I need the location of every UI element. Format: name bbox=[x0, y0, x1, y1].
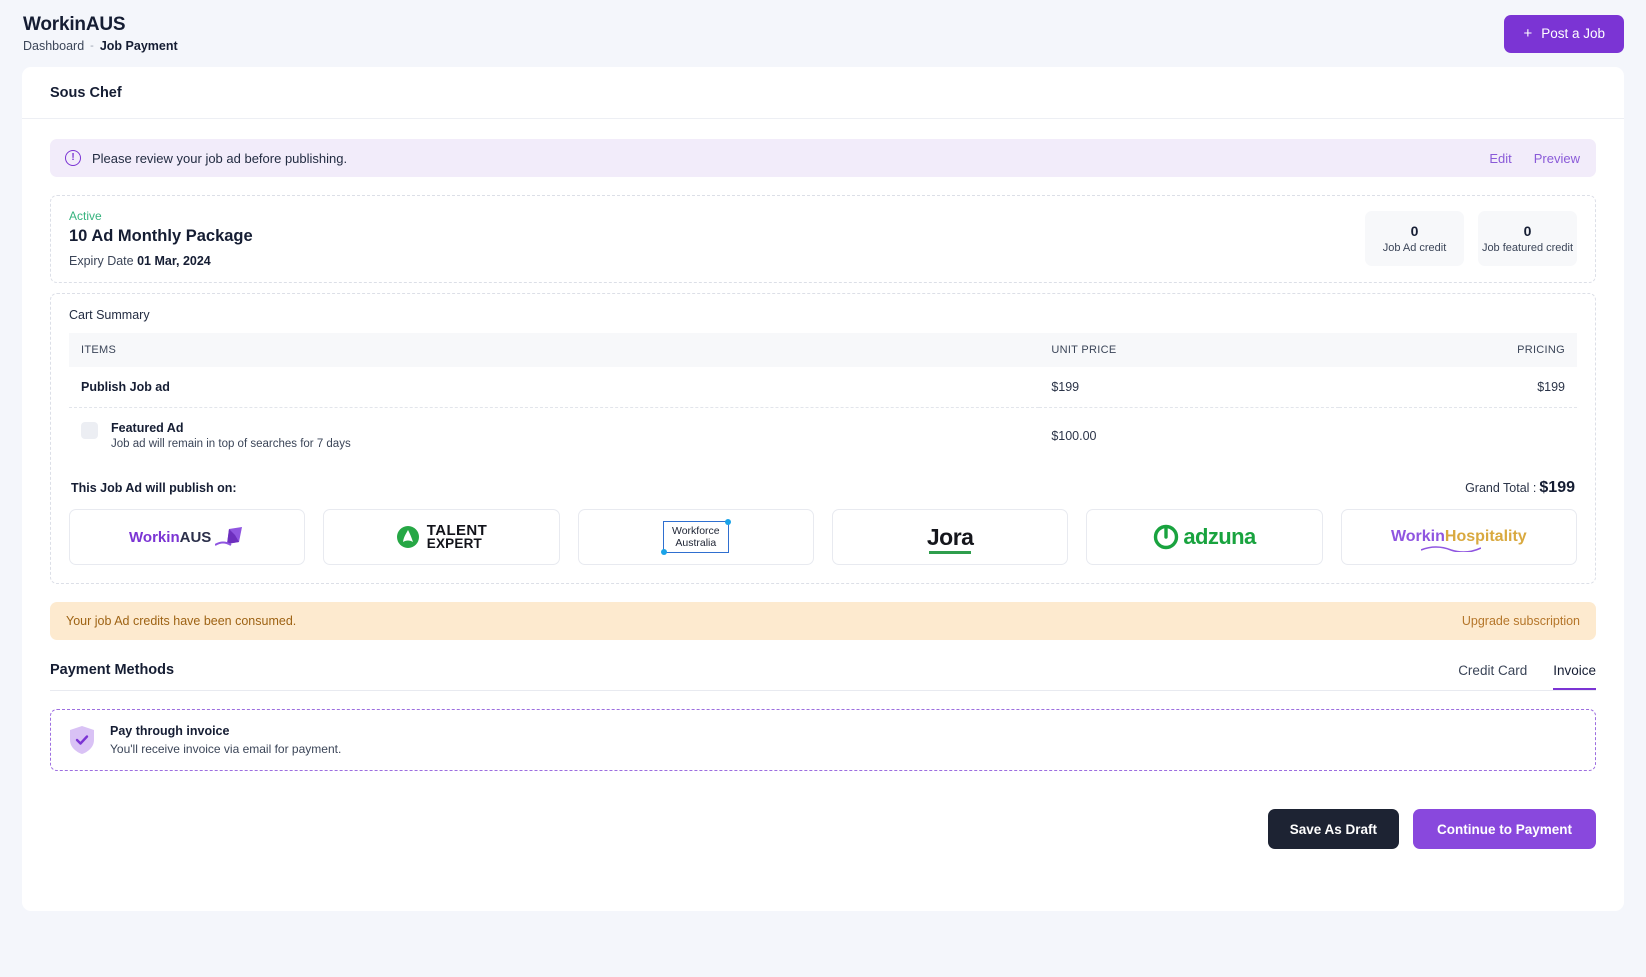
breadcrumb-current: Job Payment bbox=[99, 38, 178, 53]
plus-icon: + bbox=[1523, 25, 1533, 42]
package-name: 10 Ad Monthly Package bbox=[69, 227, 253, 245]
package-expiry: Expiry Date 01 Mar, 2024 bbox=[69, 254, 253, 268]
workinaus-logo: WorkinAUS bbox=[129, 525, 245, 549]
invoice-method-name: Pay through invoice bbox=[110, 724, 230, 738]
credits-consumed-warning: Your job Ad credits have been consumed. … bbox=[50, 602, 1596, 640]
post-a-job-label: Post a Job bbox=[1541, 26, 1605, 41]
credits-consumed-message: Your job Ad credits have been consumed. bbox=[66, 614, 297, 628]
grand-total-label: Grand Total : bbox=[1465, 481, 1537, 495]
job-payment-card: Sous Chef ! Please review your job ad be… bbox=[22, 67, 1624, 911]
cart-table: ITEMS UNIT PRICE PRICING Publish Job ad … bbox=[69, 333, 1577, 463]
cart-table-header-row: ITEMS UNIT PRICE PRICING bbox=[69, 333, 1577, 367]
col-unit-price: UNIT PRICE bbox=[1039, 333, 1340, 367]
brand-block: WorkinAUS Dashboard - Job Payment bbox=[22, 14, 178, 54]
partner-logo-workforce-australia: Workforce Australia bbox=[577, 509, 814, 565]
cell-unit-price: $100.00 bbox=[1051, 428, 1097, 443]
featured-ad-checkbox[interactable] bbox=[81, 422, 98, 439]
continue-to-payment-button[interactable]: Continue to Payment bbox=[1412, 809, 1596, 849]
jora-logo: Jora bbox=[926, 523, 974, 554]
col-pricing: PRICING bbox=[1339, 333, 1577, 367]
publish-job-ad-label: Publish Job ad bbox=[81, 380, 170, 394]
workinaus-mark-icon bbox=[215, 527, 243, 546]
cart-table-body: Publish Job ad $199 $199 Featured Ad Job… bbox=[69, 367, 1577, 463]
partner-logo-workinaus: WorkinAUS bbox=[69, 509, 306, 565]
breadcrumb: Dashboard - Job Payment bbox=[23, 39, 178, 54]
cell-item-name: Featured Ad Job ad will remain in top of… bbox=[69, 408, 1039, 464]
payment-methods-header: Payment Methods Credit Card Invoice bbox=[50, 662, 1596, 691]
page-title: Sous Chef bbox=[50, 84, 122, 101]
job-ad-credit-value: 0 bbox=[1410, 222, 1419, 239]
save-as-draft-button[interactable]: Save As Draft bbox=[1267, 809, 1399, 849]
shield-check-icon bbox=[69, 725, 95, 755]
cell-pricing: $199 bbox=[1339, 367, 1577, 408]
credit-box-job-featured: 0 Job featured credit bbox=[1478, 210, 1577, 266]
cell-pricing bbox=[1339, 408, 1577, 464]
post-a-job-button[interactable]: + Post a Job bbox=[1504, 14, 1624, 53]
pay-through-invoice-option[interactable]: Pay through invoice You'll receive invoi… bbox=[50, 709, 1596, 771]
credits-group: 0 Job Ad credit 0 Job featured credit bbox=[1365, 210, 1577, 266]
package-expiry-date: 01 Mar, 2024 bbox=[137, 254, 211, 268]
top-bar: WorkinAUS Dashboard - Job Payment + Post… bbox=[0, 0, 1646, 67]
breadcrumb-separator: - bbox=[90, 39, 94, 52]
job-ad-credit-label: Job Ad credit bbox=[1382, 241, 1447, 254]
partner-logo-grid: WorkinAUS TALENT EXPERT Workforce Austra… bbox=[69, 509, 1577, 565]
workinhospitality-logo: WorkinHospitality bbox=[1391, 528, 1527, 552]
publish-row: This Job Ad will publish on: Grand Total… bbox=[69, 479, 1577, 497]
partner-logo-jora: Jora bbox=[831, 509, 1069, 565]
tab-invoice[interactable]: Invoice bbox=[1553, 663, 1596, 690]
partner-logo-workinhospitality: WorkinHospitality bbox=[1340, 509, 1577, 565]
review-alert-actions: Edit Preview bbox=[1489, 151, 1580, 166]
cell-unit-price: $199 bbox=[1039, 367, 1340, 408]
package-info: Active 10 Ad Monthly Package Expiry Date… bbox=[69, 208, 253, 268]
footer-actions: Save As Draft Continue to Payment bbox=[50, 809, 1596, 867]
table-row: Publish Job ad $199 $199 bbox=[69, 367, 1577, 408]
col-items: ITEMS bbox=[69, 333, 1040, 367]
table-row: Featured Ad Job ad will remain in top of… bbox=[69, 408, 1577, 464]
workforce-australia-logo: Workforce Australia bbox=[660, 519, 731, 555]
adzuna-logo: adzuna bbox=[1153, 524, 1256, 550]
package-expiry-label: Expiry Date bbox=[69, 254, 134, 268]
info-circle-icon: ! bbox=[65, 150, 81, 166]
payment-method-tabs: Credit Card Invoice bbox=[1458, 663, 1596, 690]
package-status-badge: Active bbox=[69, 209, 102, 223]
review-alert: ! Please review your job ad before publi… bbox=[50, 139, 1596, 177]
preview-link[interactable]: Preview bbox=[1534, 151, 1580, 166]
grand-total: Grand Total : $199 bbox=[1465, 479, 1575, 497]
partner-logo-talent-expert: TALENT EXPERT bbox=[323, 509, 560, 565]
featured-ad-cell: Featured Ad Job ad will remain in top of… bbox=[81, 421, 1027, 450]
invoice-text-block: Pay through invoice You'll receive invoi… bbox=[110, 724, 341, 756]
adzuna-mark-icon bbox=[1154, 524, 1179, 550]
cell-item-name: Publish Job ad bbox=[69, 367, 1040, 408]
featured-ad-label: Featured Ad bbox=[111, 421, 184, 435]
tab-credit-card[interactable]: Credit Card bbox=[1458, 663, 1527, 690]
talent-expert-mark-icon bbox=[396, 526, 419, 548]
featured-ad-description: Job ad will remain in top of searches fo… bbox=[111, 438, 351, 450]
invoice-method-description: You'll receive invoice via email for pay… bbox=[110, 742, 342, 756]
credit-box-job-ad: 0 Job Ad credit bbox=[1365, 210, 1464, 266]
talent-expert-logo: TALENT EXPERT bbox=[396, 523, 487, 550]
review-alert-left: ! Please review your job ad before publi… bbox=[65, 150, 347, 166]
review-alert-message: Please review your job ad before publish… bbox=[92, 150, 348, 166]
cart-summary-box: Cart Summary ITEMS UNIT PRICE PRICING Pu… bbox=[50, 293, 1596, 584]
grand-total-value: $199 bbox=[1539, 479, 1575, 496]
publish-on-label: This Job Ad will publish on: bbox=[71, 481, 237, 495]
upgrade-subscription-link[interactable]: Upgrade subscription bbox=[1462, 614, 1580, 628]
brand-title: WorkinAUS bbox=[23, 13, 126, 35]
featured-ad-text: Featured Ad Job ad will remain in top of… bbox=[111, 421, 351, 450]
job-featured-credit-label: Job featured credit bbox=[1481, 241, 1574, 254]
cart-summary-title: Cart Summary bbox=[69, 308, 150, 322]
job-featured-credit-value: 0 bbox=[1523, 222, 1532, 239]
card-body: ! Please review your job ad before publi… bbox=[22, 119, 1624, 867]
workinhospitality-swoosh-icon bbox=[1420, 546, 1481, 552]
cart-table-head: ITEMS UNIT PRICE PRICING bbox=[69, 333, 1577, 367]
package-box: Active 10 Ad Monthly Package Expiry Date… bbox=[50, 195, 1596, 283]
partner-logo-adzuna: adzuna bbox=[1086, 509, 1323, 565]
card-header: Sous Chef bbox=[22, 67, 1624, 119]
edit-link[interactable]: Edit bbox=[1489, 151, 1511, 166]
payment-methods-title: Payment Methods bbox=[50, 662, 175, 678]
breadcrumb-dashboard[interactable]: Dashboard bbox=[23, 39, 84, 54]
